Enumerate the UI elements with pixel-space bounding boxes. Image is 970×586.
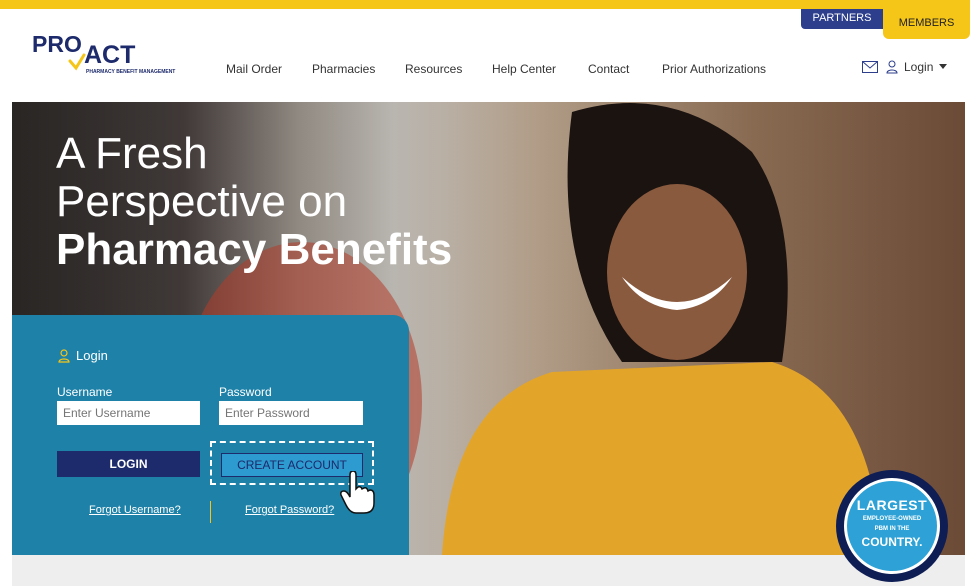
hero-headline-line1: A Fresh <box>56 129 208 178</box>
proact-logo[interactable]: PRO ACT PHARMACY BENEFIT MANAGEMENT <box>32 31 192 75</box>
logo-act-text: ACT <box>84 41 136 69</box>
login-menu-label[interactable]: Login <box>904 60 933 74</box>
username-input[interactable] <box>57 401 200 425</box>
badge-line2b: PBM IN THE <box>874 526 910 532</box>
login-title-text: Login <box>76 348 108 363</box>
login-card: Login Username Password LOGIN CREATE ACC… <box>12 315 409 578</box>
section-below-hero <box>12 555 965 586</box>
envelope-icon[interactable] <box>862 61 878 73</box>
forgot-username-link[interactable]: Forgot Username? <box>89 504 181 516</box>
partners-tab[interactable]: PARTNERS <box>801 9 883 29</box>
user-icon <box>886 60 898 74</box>
largest-pbm-badge: LARGEST EMPLOYEE-OWNED PBM IN THE COUNTR… <box>836 470 948 582</box>
hero-headline-line3: Pharmacy Benefits <box>56 225 453 274</box>
badge-line1: LARGEST <box>856 497 928 513</box>
forgot-divider <box>210 501 211 523</box>
password-label: Password <box>219 385 272 399</box>
header-actions: Login <box>862 60 948 74</box>
badge-inner: LARGEST EMPLOYEE-OWNED PBM IN THE COUNTR… <box>844 478 940 574</box>
badge-line2: EMPLOYEE-OWNED <box>862 516 922 522</box>
nav-help-center[interactable]: Help Center <box>492 62 556 76</box>
forgot-password-link[interactable]: Forgot Password? <box>245 504 334 516</box>
nav-mail-order[interactable]: Mail Order <box>226 62 282 76</box>
nav-pharmacies[interactable]: Pharmacies <box>312 62 375 76</box>
login-button[interactable]: LOGIN <box>57 451 200 477</box>
nav-contact[interactable]: Contact <box>588 62 629 76</box>
hero-headline: A Fresh Perspective on Pharmacy Benefits <box>56 130 452 274</box>
badge-line3: COUNTRY. <box>861 535 923 549</box>
caret-down-icon[interactable] <box>939 64 948 70</box>
login-card-title: Login <box>58 348 108 363</box>
hero-headline-line2: Perspective on <box>56 177 348 226</box>
user-icon <box>58 348 70 363</box>
members-tab[interactable]: MEMBERS <box>883 9 970 39</box>
password-input[interactable] <box>219 401 363 425</box>
hand-cursor-icon <box>340 471 375 514</box>
logo-tagline: PHARMACY BENEFIT MANAGEMENT <box>86 69 176 75</box>
nav-prior-authorizations[interactable]: Prior Authorizations <box>662 62 766 76</box>
nav-resources[interactable]: Resources <box>405 62 462 76</box>
top-accent-bar <box>0 0 970 9</box>
username-label: Username <box>57 385 113 399</box>
